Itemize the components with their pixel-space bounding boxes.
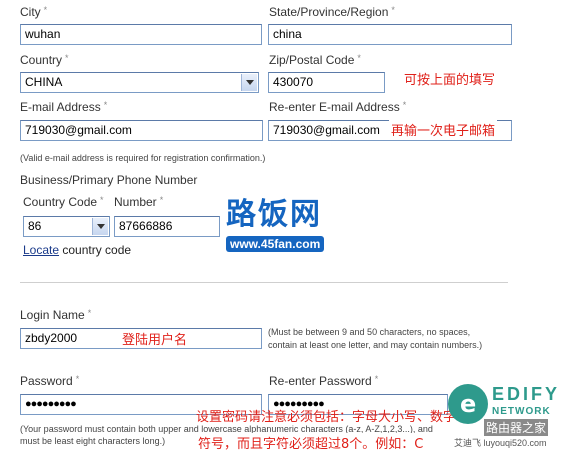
zip-input[interactable]: 430070 bbox=[268, 72, 385, 93]
watermark-45fan-url: www.45fan.com bbox=[226, 236, 325, 252]
email-hint: (Valid e-mail address is required for re… bbox=[20, 153, 266, 163]
watermark-45fan-brand: 路饭网 bbox=[226, 197, 322, 232]
country-label: Country * bbox=[20, 53, 69, 67]
edify-sub: NETWORK bbox=[492, 406, 551, 417]
city-label: City * bbox=[20, 5, 48, 19]
login-label: Login Name * bbox=[20, 308, 92, 322]
reemail-label: Re-enter E-mail Address * bbox=[269, 100, 407, 114]
chevron-down-icon[interactable] bbox=[92, 218, 108, 235]
email-input[interactable]: 719030@gmail.com bbox=[20, 120, 263, 141]
country-code-label: Country Code * bbox=[23, 195, 104, 209]
password-label: Password * bbox=[20, 374, 80, 388]
zip-label: Zip/Postal Code * bbox=[269, 53, 361, 67]
locate-link[interactable]: Locate bbox=[23, 243, 59, 257]
password-annotation-line2: 符号，而且字符必须超过8个。例如：C bbox=[196, 433, 426, 452]
phone-number-input[interactable]: 87666886 bbox=[114, 216, 220, 237]
edify-cn: 路由器之家 bbox=[484, 419, 549, 436]
edify-logo-icon: e bbox=[448, 384, 488, 424]
locate-suffix: country code bbox=[62, 243, 132, 257]
edify-brand: EDIFY bbox=[492, 384, 561, 404]
country-code-select[interactable]: 86 bbox=[23, 216, 110, 237]
phone-heading: Business/Primary Phone Number bbox=[20, 173, 198, 187]
number-label: Number * bbox=[114, 195, 164, 209]
password-annotation-line1: 设置密码请注意必须包括：字母大小写、数字 bbox=[196, 410, 457, 425]
country-select[interactable]: CHINA bbox=[20, 72, 259, 93]
locate-row: Locate country code bbox=[23, 243, 131, 257]
watermark-edify: e EDIFY NETWORK 路由器之家 艾迪飞 luyouqi520.com bbox=[448, 378, 582, 454]
watermark-45fan: 路饭网 www.45fan.com bbox=[226, 198, 364, 260]
city-input[interactable]: wuhan bbox=[20, 24, 262, 45]
reemail-annotation: 再输一次电子邮箱 bbox=[389, 120, 498, 139]
password-hint-line2: must be least eight characters long.) bbox=[20, 436, 166, 446]
section-divider bbox=[20, 282, 508, 283]
edify-small: 艾迪飞 luyouqi520.com bbox=[454, 438, 547, 448]
state-input[interactable]: china bbox=[268, 24, 512, 45]
state-label: State/Province/Region * bbox=[269, 5, 395, 19]
country-select-value: CHINA bbox=[25, 75, 63, 89]
country-code-value: 86 bbox=[28, 219, 42, 233]
login-hint: (Must be between 9 and 50 characters, no… bbox=[268, 327, 483, 350]
zip-annotation: 可按上面的填写 bbox=[404, 73, 496, 88]
email-label: E-mail Address * bbox=[20, 100, 108, 114]
repassword-label: Re-enter Password * bbox=[269, 374, 379, 388]
chevron-down-icon[interactable] bbox=[241, 74, 257, 91]
login-annotation: 登陆用户名 bbox=[122, 333, 188, 348]
